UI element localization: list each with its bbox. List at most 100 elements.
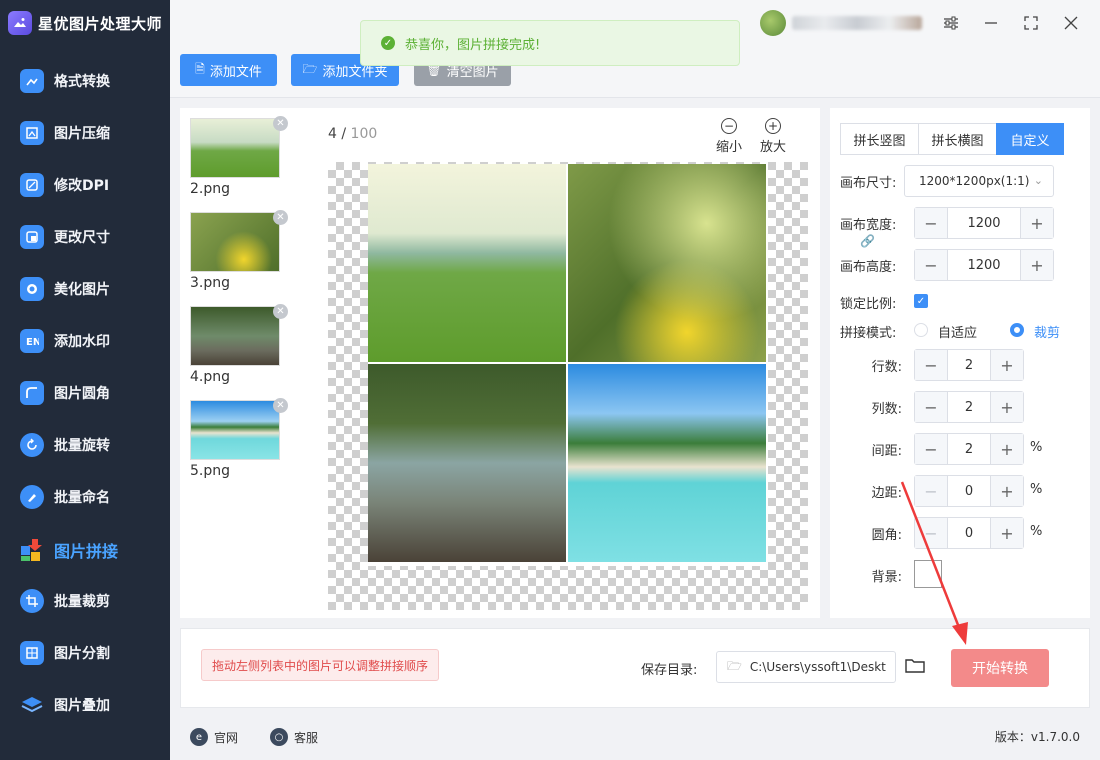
browse-folder-icon[interactable] (905, 657, 925, 677)
username-blurred (792, 16, 922, 30)
cols-value[interactable]: 2 (947, 392, 991, 422)
tab-custom[interactable]: 自定义 (996, 123, 1064, 155)
decrement-button[interactable]: − (915, 476, 947, 506)
rows-value[interactable]: 2 (947, 350, 991, 380)
beautify-icon (20, 277, 44, 301)
sidebar-item-rotate[interactable]: 批量旋转 (0, 425, 170, 465)
sidebar-item-beautify[interactable]: 美化图片 (0, 269, 170, 309)
tab-horizontal-long[interactable]: 拼长横图 (918, 123, 997, 155)
increment-button[interactable]: + (991, 476, 1023, 506)
canvas-height-value[interactable]: 1200 (947, 250, 1021, 280)
list-item[interactable]: ✕ 5.png (190, 398, 288, 479)
app-title-bar: 星优图片处理大师 (0, 0, 170, 46)
zoom-in-icon: + (765, 118, 781, 134)
maximize-icon[interactable] (1018, 10, 1044, 36)
support-link[interactable]: ○ 客服 (270, 728, 318, 746)
thumbnail-image (190, 306, 280, 366)
sidebar-item-format-convert[interactable]: 格式转换 (0, 61, 170, 101)
increment-button[interactable]: + (1021, 250, 1053, 280)
radius-stepper[interactable]: − 0 + (914, 517, 1024, 549)
decrement-button[interactable]: − (915, 518, 947, 548)
list-item[interactable]: ✕ 4.png (190, 304, 288, 385)
check-icon: ✓ (381, 36, 395, 50)
increment-button[interactable]: + (991, 350, 1023, 380)
chevron-down-icon: ⌄ (1033, 174, 1043, 187)
remove-icon[interactable]: ✕ (273, 398, 288, 413)
sidebar-item-label: 更改尺寸 (54, 230, 110, 246)
close-icon[interactable] (1058, 10, 1084, 36)
mode-label: 拼接模式: (840, 326, 897, 341)
remove-icon[interactable]: ✕ (273, 116, 288, 131)
zoom-in-button[interactable]: + 放大 (760, 118, 786, 155)
margin-percent: % (1030, 482, 1043, 497)
grassland-image (368, 164, 566, 362)
mode-adaptive-radio[interactable] (914, 323, 928, 337)
margin-value[interactable]: 0 (947, 476, 991, 506)
spacing-stepper[interactable]: − 2 + (914, 433, 1024, 465)
sidebar-item-split[interactable]: 图片分割 (0, 633, 170, 673)
radius-value[interactable]: 0 (947, 518, 991, 548)
cols-stepper[interactable]: − 2 + (914, 391, 1024, 423)
spacing-value[interactable]: 2 (947, 434, 991, 464)
canvas-size-select[interactable]: 1200*1200px(1:1) ⌄ (904, 165, 1054, 197)
add-file-button[interactable]: 🗎 添加文件 (180, 54, 277, 86)
resize-icon (20, 225, 44, 249)
list-item[interactable]: ✕ 2.png (190, 116, 288, 197)
background-label: 背景: (871, 570, 902, 585)
link-icon[interactable]: 🔗 (860, 234, 875, 248)
app-logo-icon (8, 11, 32, 35)
increment-button[interactable]: + (1021, 208, 1053, 238)
thumbnail-image (190, 400, 280, 460)
sidebar-item-round-corner[interactable]: 图片圆角 (0, 373, 170, 413)
mode-crop-radio[interactable] (1010, 323, 1024, 337)
rows-stepper[interactable]: − 2 + (914, 349, 1024, 381)
save-dir-input[interactable]: 🗁 C:\Users\yssoft1\Deskt (716, 651, 896, 683)
sidebar-item-watermark[interactable]: EN 添加水印 (0, 321, 170, 361)
canvas-height-stepper[interactable]: − 1200 + (914, 249, 1054, 281)
sidebar-item-crop[interactable]: 批量裁剪 (0, 581, 170, 621)
list-item[interactable]: ✕ 3.png (190, 210, 288, 291)
start-convert-button[interactable]: 开始转换 (951, 649, 1049, 687)
sidebar-item-resize[interactable]: 更改尺寸 (0, 217, 170, 257)
add-file-label: 添加文件 (209, 64, 262, 80)
sidebar-item-label: 批量裁剪 (54, 594, 110, 610)
current-index: 4 (328, 126, 337, 142)
remove-icon[interactable]: ✕ (273, 210, 288, 225)
increment-button[interactable]: + (991, 392, 1023, 422)
save-dir-label: 保存目录: (641, 663, 698, 678)
avatar[interactable] (760, 10, 786, 36)
toast-message: 恭喜你，图片拼接完成! (405, 37, 541, 53)
tab-vertical-long[interactable]: 拼长竖图 (840, 123, 919, 155)
lock-ratio-checkbox[interactable]: ✓ (914, 294, 928, 308)
sidebar-item-label: 格式转换 (54, 74, 110, 90)
background-color-picker[interactable] (914, 560, 942, 588)
round-corner-icon (20, 381, 44, 405)
remove-icon[interactable]: ✕ (273, 304, 288, 319)
increment-button[interactable]: + (991, 518, 1023, 548)
decrement-button[interactable]: − (915, 350, 947, 380)
sidebar-item-stitch[interactable]: 图片拼接 (0, 530, 170, 570)
settings-sliders-icon[interactable] (938, 10, 964, 36)
sidebar-item-overlay[interactable]: 图片叠加 (0, 685, 170, 725)
dpi-icon (20, 173, 44, 197)
success-toast: ✓ 恭喜你，图片拼接完成! (360, 20, 740, 66)
minimize-icon[interactable] (978, 10, 1004, 36)
canvas-width-value[interactable]: 1200 (947, 208, 1021, 238)
decrement-button[interactable]: − (915, 392, 947, 422)
sidebar-item-rename[interactable]: 批量命名 (0, 477, 170, 517)
decrement-button[interactable]: − (915, 250, 947, 280)
sidebar-item-label: 美化图片 (54, 282, 110, 298)
zoom-out-button[interactable]: − 缩小 (716, 118, 742, 155)
canvas-width-stepper[interactable]: − 1200 + (914, 207, 1054, 239)
decrement-button[interactable]: − (915, 208, 947, 238)
increment-button[interactable]: + (991, 434, 1023, 464)
canvas-size-label: 画布尺寸: (840, 176, 897, 191)
website-link[interactable]: e 官网 (190, 728, 238, 746)
decrement-button[interactable]: − (915, 434, 947, 464)
sidebar-item-dpi[interactable]: 修改DPI (0, 165, 170, 205)
rows-label: 行数: (871, 360, 902, 375)
image-compress-icon (20, 121, 44, 145)
margin-stepper[interactable]: − 0 + (914, 475, 1024, 507)
canvas-height-label: 画布高度: (840, 260, 897, 275)
sidebar-item-compress[interactable]: 图片压缩 (0, 113, 170, 153)
